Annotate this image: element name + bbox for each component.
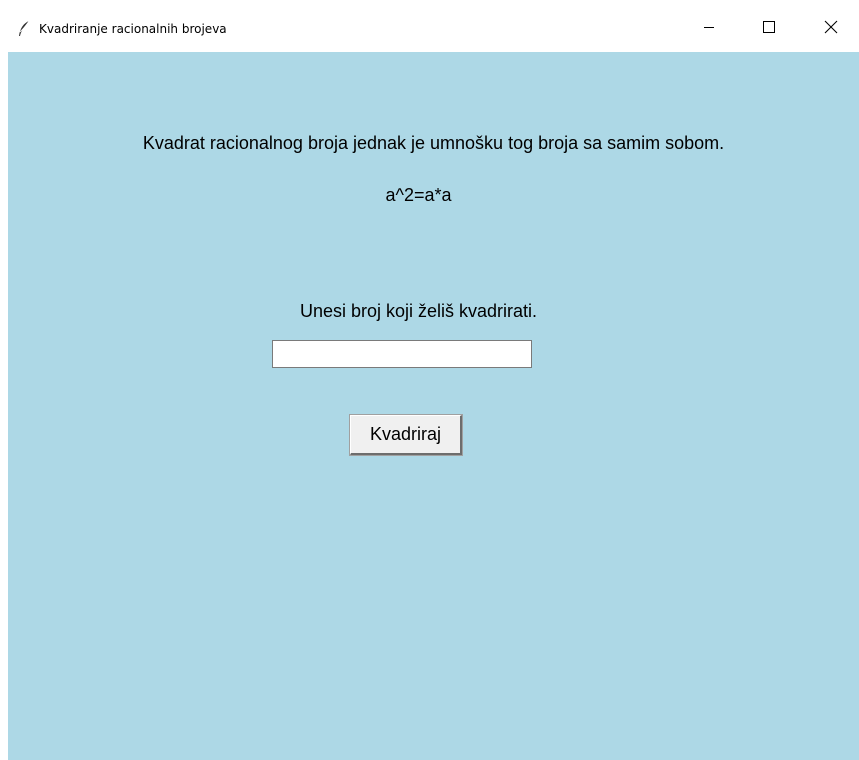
square-button[interactable]: Kvadriraj <box>350 415 462 455</box>
formula-label: a^2=a*a <box>385 185 452 205</box>
feather-icon <box>17 20 31 38</box>
minimize-icon <box>703 20 715 38</box>
prompt-label: Unesi broj koji želiš kvadrirati. <box>299 301 538 321</box>
close-button[interactable] <box>808 8 854 50</box>
app-window: Kvadriranje racionalnih brojeva Kvadrat … <box>0 0 859 760</box>
minimize-button[interactable] <box>686 8 732 50</box>
close-icon <box>824 20 838 39</box>
description-label: Kvadrat racionalnog broja jednak je umno… <box>142 133 725 153</box>
main-panel: Kvadrat racionalnog broja jednak je umno… <box>8 52 859 760</box>
maximize-button[interactable] <box>746 8 792 50</box>
maximize-icon <box>763 20 775 38</box>
window-title: Kvadriranje racionalnih brojeva <box>39 22 227 36</box>
title-bar[interactable]: Kvadriranje racionalnih brojeva <box>0 0 859 52</box>
number-input[interactable] <box>272 340 532 368</box>
